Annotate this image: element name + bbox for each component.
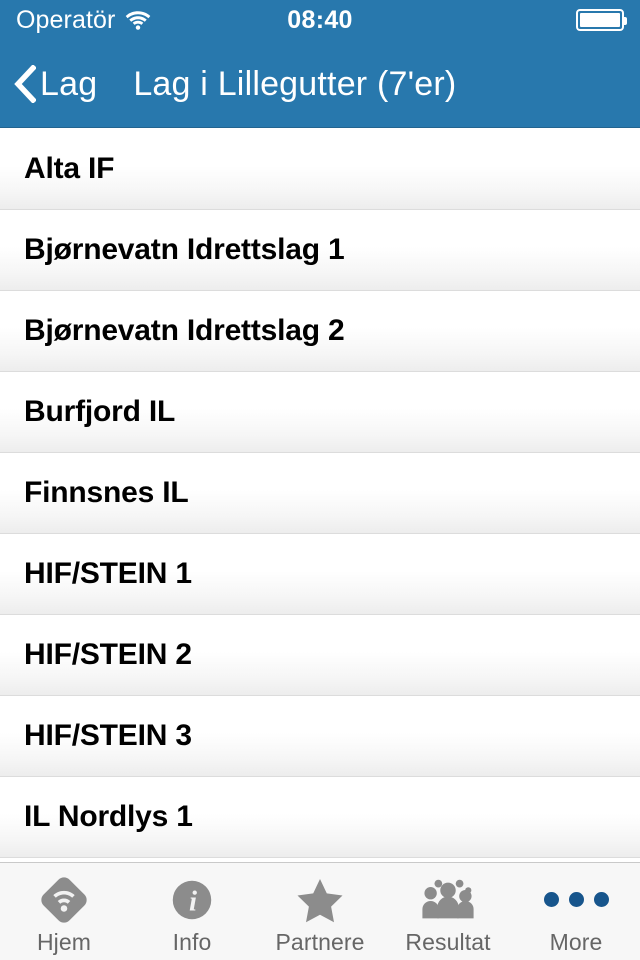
tab-label: More [549, 928, 603, 955]
battery-full-icon [576, 9, 628, 31]
list-item[interactable]: Bjørnevatn Idrettslag 2 [0, 291, 640, 372]
tab-label: Info [172, 928, 212, 955]
list-item[interactable]: Burfjord IL [0, 372, 640, 453]
wifi-icon [125, 10, 151, 30]
tab-label: Resultat [405, 928, 491, 955]
back-button[interactable]: Lag [14, 63, 98, 104]
list-item-label: HIF/STEIN 2 [24, 638, 192, 671]
list-item-label: Burfjord IL [24, 395, 176, 428]
list-item[interactable]: HIF/STEIN 3 [0, 696, 640, 777]
status-bar: Operatör 08:40 [0, 0, 640, 40]
list-item-label: Bjørnevatn Idrettslag 1 [24, 233, 345, 266]
list-item-label: HIF/STEIN 3 [24, 719, 192, 752]
tab-bar: Hjem i Info Partnere Resultat More [0, 862, 640, 960]
status-bar-clock: 08:40 [287, 5, 353, 34]
carrier-label: Operatör [16, 5, 116, 34]
dot [593, 892, 609, 907]
list-item[interactable]: Bjørnevatn Idrettslag 1 [0, 210, 640, 291]
list-item-label: IL Nordlys 1 [24, 800, 193, 833]
tab-more[interactable]: More [512, 863, 640, 960]
page-title: Lag i Lillegutter (7'er) [133, 64, 457, 103]
status-bar-left: Operatör [16, 5, 287, 34]
list-item[interactable]: Alta IF [0, 129, 640, 210]
svg-text:i: i [189, 885, 197, 917]
star-icon [294, 874, 346, 926]
tab-label: Partnere [275, 928, 365, 955]
people-group-icon [420, 874, 476, 926]
three-dots-icon [543, 874, 609, 926]
chevron-left-icon [14, 63, 37, 104]
tab-label: Hjem [36, 928, 92, 955]
back-button-label: Lag [40, 64, 98, 103]
tab-info[interactable]: i Info [128, 863, 256, 960]
tab-resultat[interactable]: Resultat [384, 863, 512, 960]
tab-partnere[interactable]: Partnere [256, 863, 384, 960]
list-item-label: Alta IF [24, 152, 115, 185]
navigation-bar: Lag Lag i Lillegutter (7'er) [0, 40, 640, 128]
list-item[interactable]: IL Nordlys 1 [0, 777, 640, 858]
status-bar-right [353, 9, 628, 31]
list-item[interactable]: HIF/STEIN 1 [0, 534, 640, 615]
tab-hjem[interactable]: Hjem [0, 863, 128, 960]
list-item[interactable]: HIF/STEIN 2 [0, 615, 640, 696]
list-item-label: HIF/STEIN 1 [24, 557, 192, 590]
dot [568, 892, 584, 907]
list-item-label: Bjørnevatn Idrettslag 2 [24, 314, 345, 347]
info-circle-icon: i [167, 874, 217, 926]
wifi-diamond-icon [39, 874, 89, 926]
team-list[interactable]: Alta IF Bjørnevatn Idrettslag 1 Bjørneva… [0, 129, 640, 862]
app-screen: Operatör 08:40 Lag Lag i Lillegutter (7'… [0, 0, 640, 960]
dot [543, 892, 559, 907]
list-item[interactable]: Finnsnes IL [0, 453, 640, 534]
list-item-label: Finnsnes IL [24, 476, 189, 509]
